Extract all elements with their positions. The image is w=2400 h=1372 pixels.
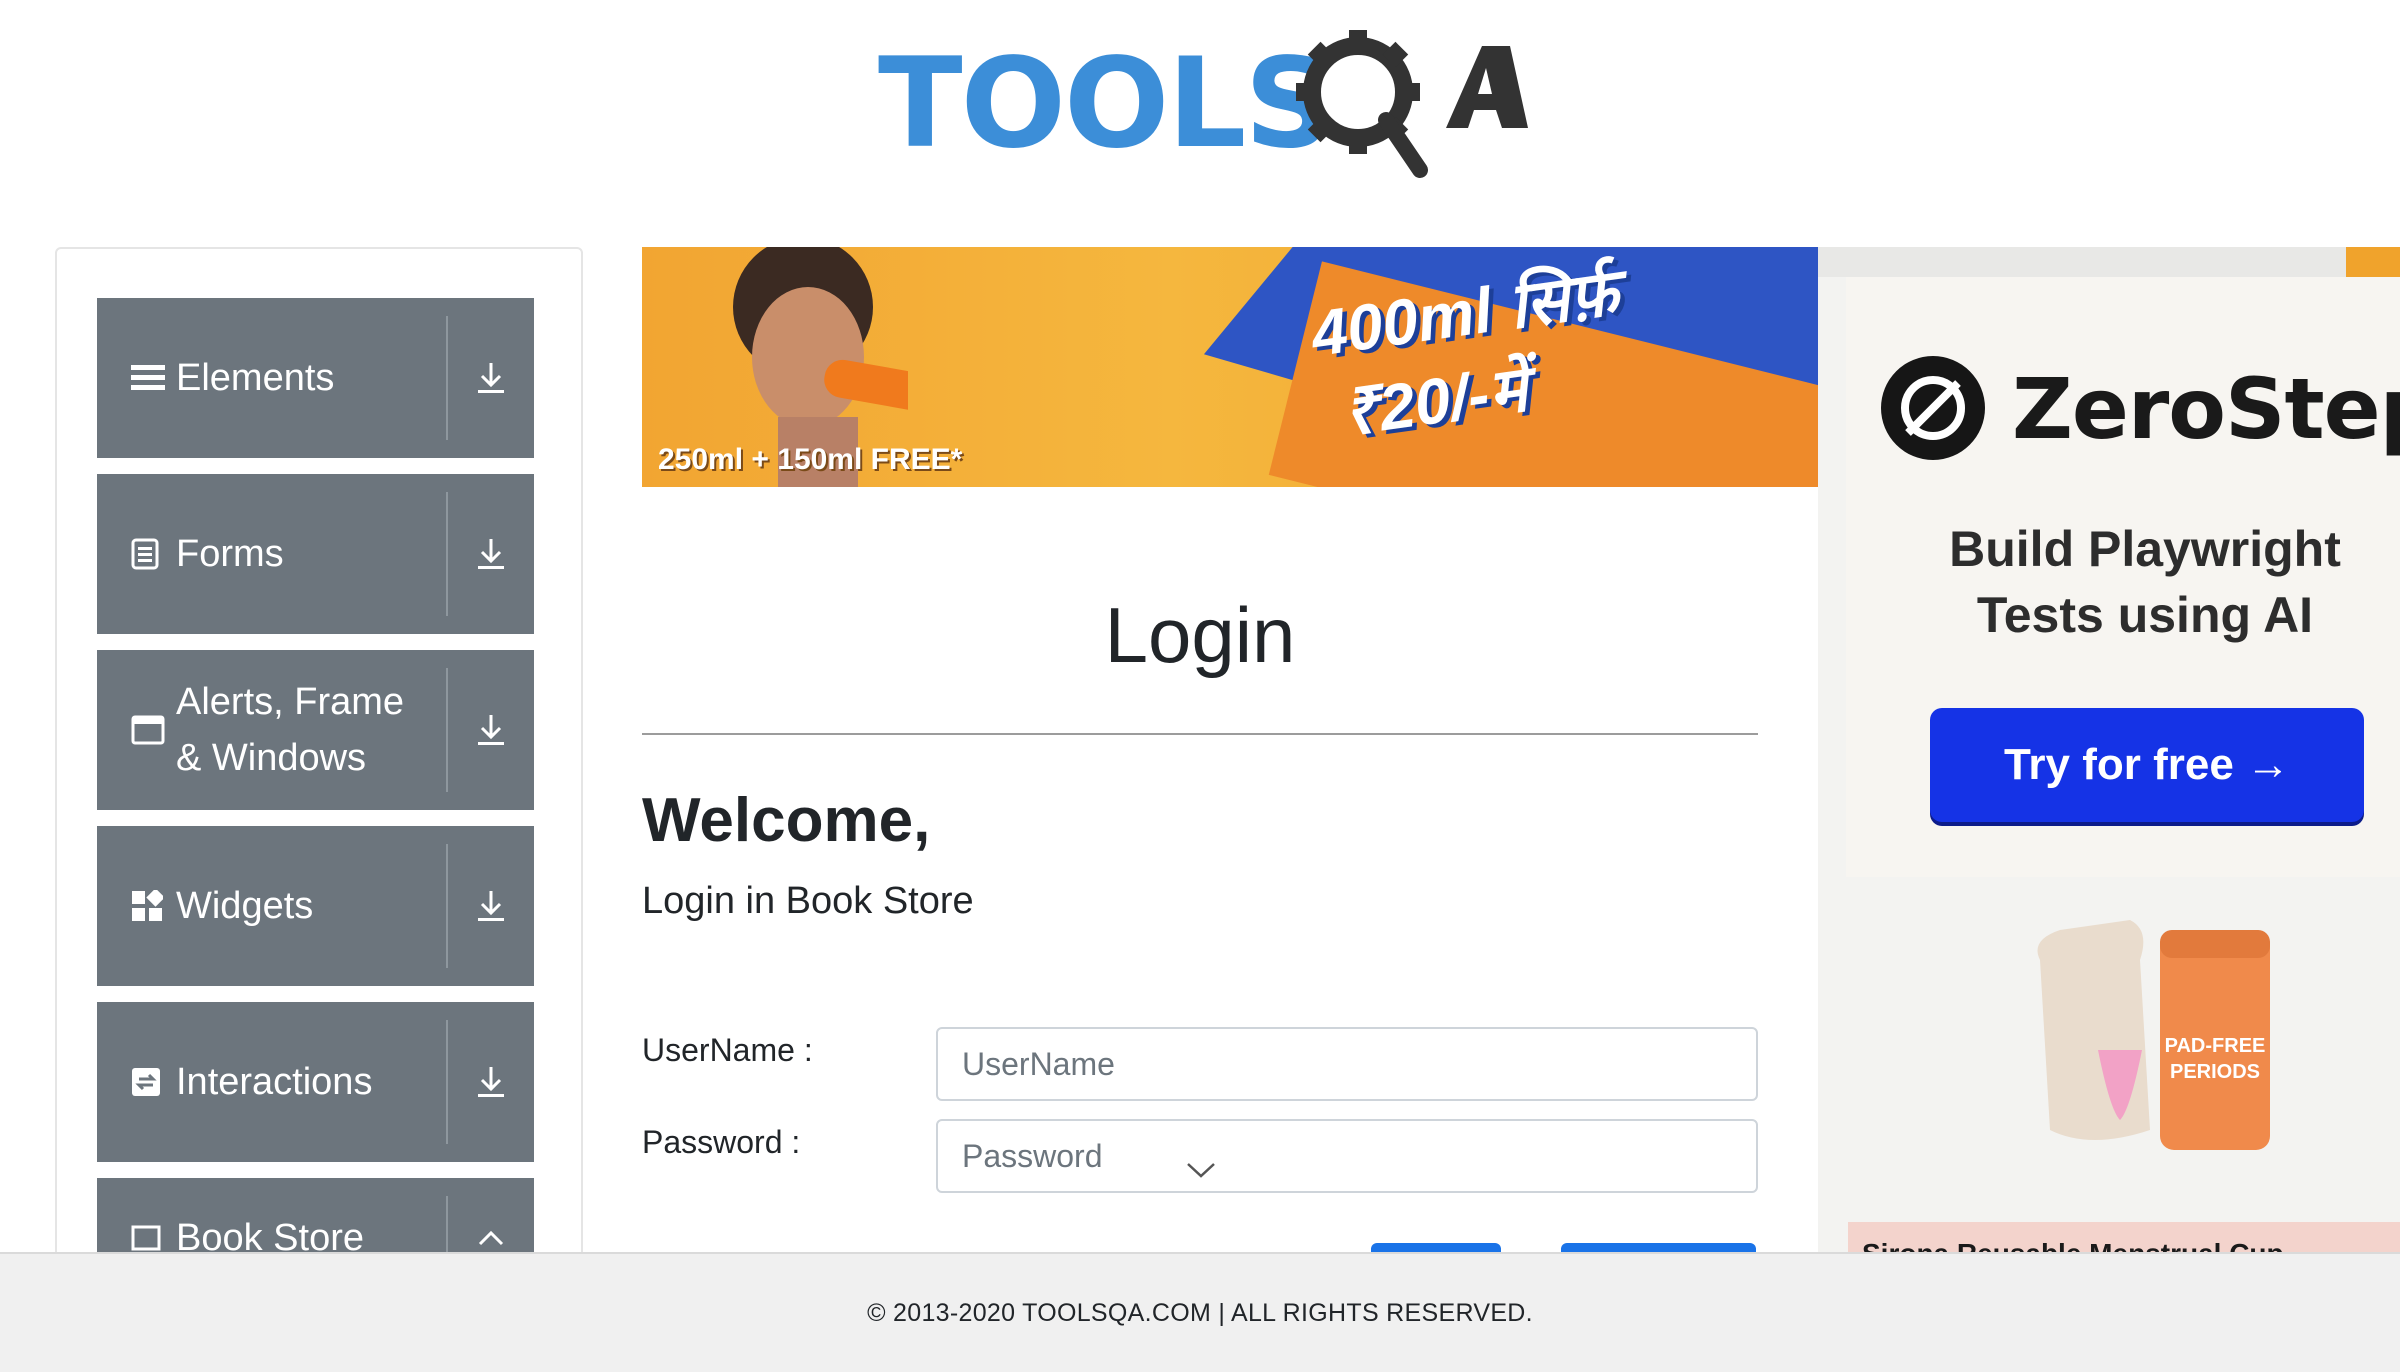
page-title: Login [1104,591,1296,679]
sidebar-group-forms[interactable]: Forms [97,474,534,634]
username-label: UserName : [642,1032,813,1068]
sidebar-group-interactions[interactable]: Interactions [97,1002,534,1162]
download-arrow-icon[interactable] [448,474,534,634]
try-for-free-button[interactable]: Try for free → [1930,708,2364,822]
sidebar-group-widgets[interactable]: Widgets [97,826,534,986]
sidebar-group-label: Elements [176,357,335,399]
banner-offer: 250ml + 150ml FREE* [658,443,963,476]
footer: © 2013-2020 TOOLSQA.COM | ALL RIGHTS RES… [0,1252,2400,1372]
page: TOOLS Elements Forms Alerts, Frame & Win… [0,0,2400,1372]
sidebar-group-alerts[interactable]: Alerts, Frame & Windows [97,650,534,810]
list-icon [131,298,165,458]
password-input[interactable]: Password [936,1119,1758,1193]
logo-text: TOOLS [878,32,1334,176]
toolsqa-logo[interactable]: TOOLS [878,28,1528,188]
interactions-icon [131,1002,161,1162]
sidebar-group-label: Widgets [176,885,314,927]
download-arrow-icon[interactable] [448,1002,534,1162]
ad-top-bar [1818,247,2400,277]
ad-tagline-1: Build Playwright [1949,521,2341,577]
copyright-text: © 2013-2020 TOOLSQA.COM | ALL RIGHTS RES… [867,1298,1533,1327]
divider [642,733,1758,735]
sidebar-group-elements[interactable]: Elements [97,298,534,458]
ad-tagline-2: Tests using AI [1976,587,2314,643]
sidebar-group-label: Alerts, Frame & Windows [176,681,405,779]
ad-corner-badge [2346,247,2400,277]
download-arrow-icon[interactable] [448,298,534,458]
menstrual-cup-product-image: PAD-FREE PERIODS [2037,920,2270,1150]
subtitle: Login in Book Store [642,880,974,922]
chevron-down-icon [1187,1163,1215,1178]
password-label: Password : [642,1124,801,1160]
download-arrow-icon[interactable] [448,650,534,810]
sidebar-group-label: Interactions [176,1061,373,1103]
gear-magnifier-icon [1296,30,1528,178]
svg-text:PAD-FREE: PAD-FREE [2165,1035,2266,1057]
widgets-icon [131,826,163,986]
banner-ad[interactable]: 400ml सिर्फ़ ₹20/-में 250ml + 150ml FREE… [642,247,1818,487]
form-icon [131,474,159,634]
download-arrow-icon[interactable] [448,826,534,986]
zerostep-brand: ZeroStep [2012,360,2400,458]
zerostep-logo-icon [1881,356,1985,460]
username-input[interactable]: UserName [936,1027,1758,1101]
window-icon [131,650,165,810]
sidebar-group-label: Forms [176,533,284,575]
svg-text:PERIODS: PERIODS [2170,1061,2260,1083]
welcome-heading: Welcome, [642,786,931,855]
